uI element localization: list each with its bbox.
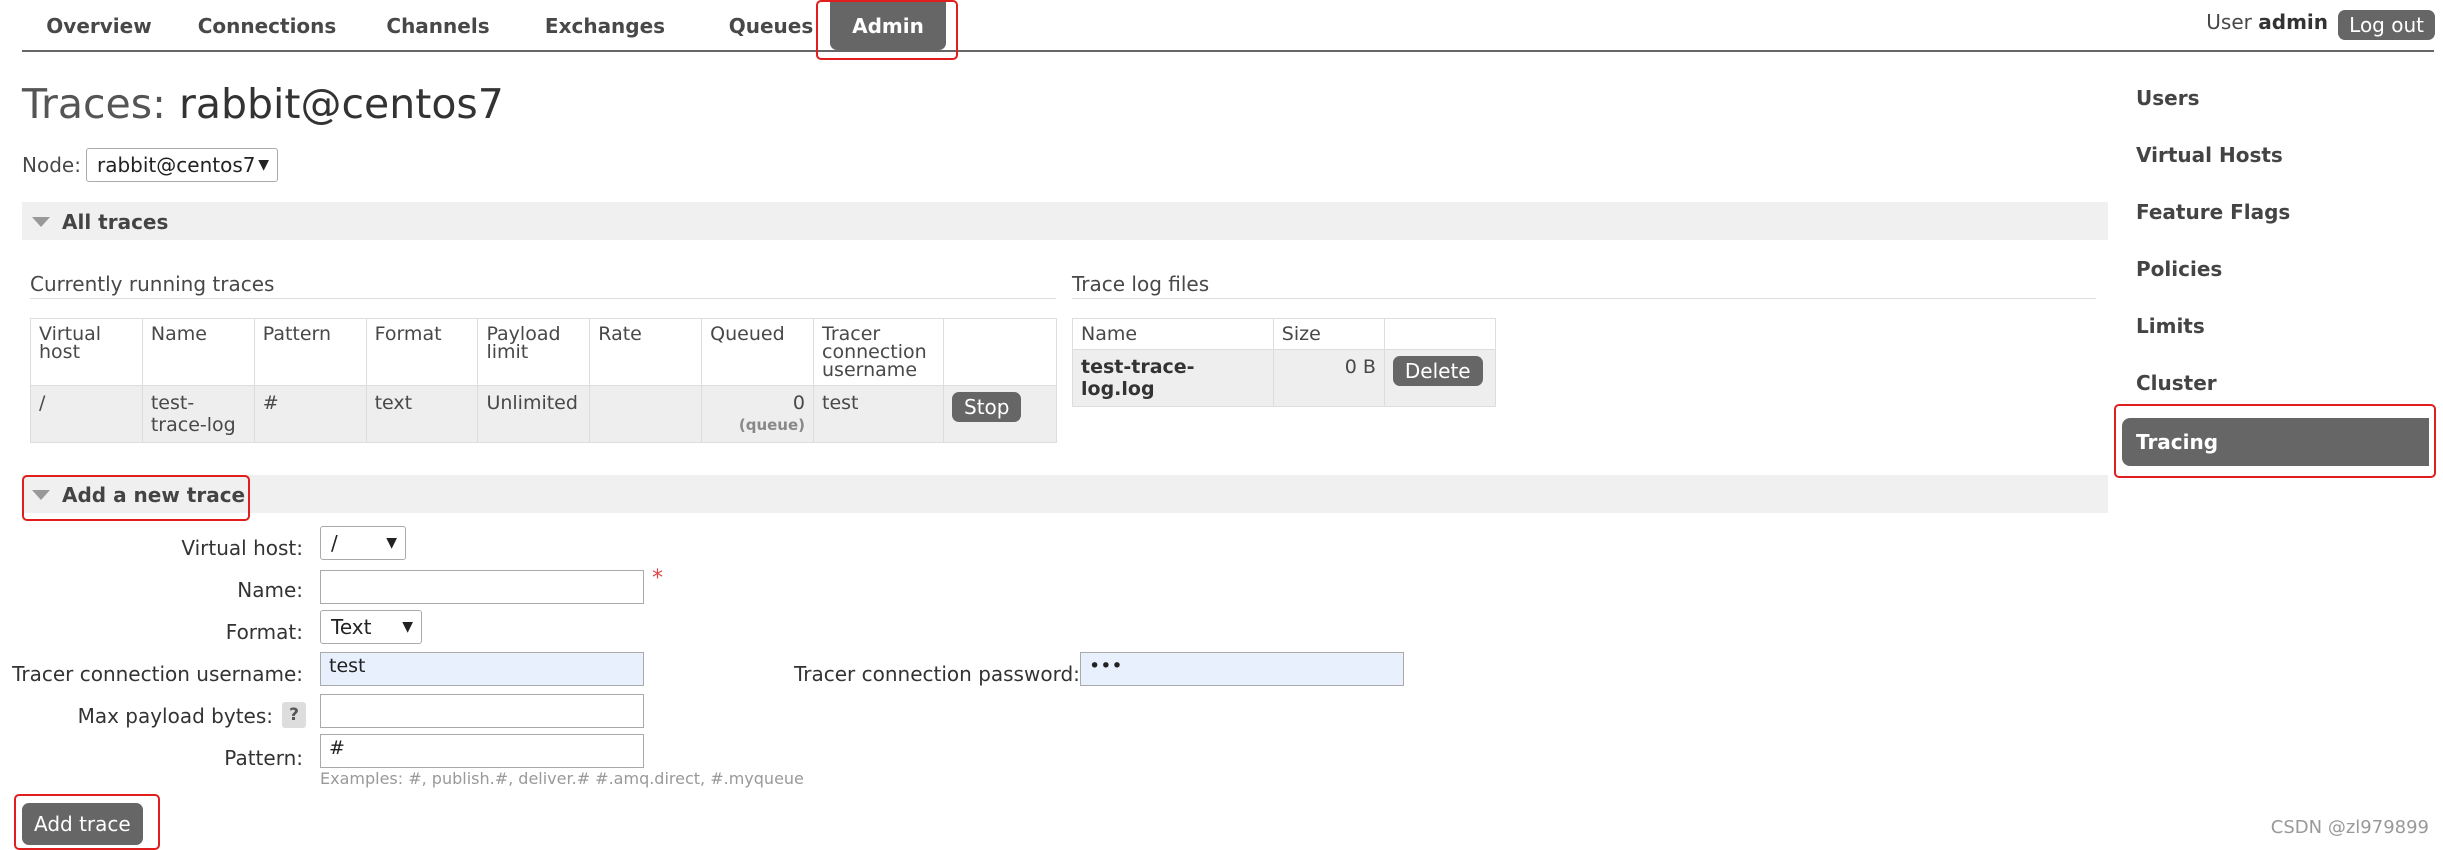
sidebar-item-users[interactable]: Users: [2136, 78, 2199, 118]
tracer-password-input[interactable]: •••: [1080, 652, 1404, 686]
name-input[interactable]: [320, 570, 644, 604]
add-trace-section-header[interactable]: Add a new trace: [22, 475, 2108, 513]
cell-rate: [589, 385, 703, 443]
cell-size: 0 B: [1272, 349, 1385, 407]
log-file-name-link[interactable]: test-trace-log.log: [1072, 349, 1274, 407]
node-select[interactable]: rabbit@centos7 ▼: [86, 148, 278, 182]
column-header: Queued: [701, 318, 815, 386]
add-trace-label: Add a new trace: [62, 483, 246, 507]
cell-username: test: [813, 385, 945, 443]
column-header: Name: [1072, 318, 1274, 350]
watermark: CSDN @zl979899: [2270, 817, 2429, 838]
top-navigation: Overview Connections Channels Exchanges …: [22, 0, 2434, 52]
queued-value: 0: [792, 392, 806, 414]
tab-admin[interactable]: Admin: [830, 0, 946, 50]
username: admin: [2258, 10, 2328, 34]
cell-actions: Delete: [1383, 349, 1497, 407]
cell-pattern: #: [253, 385, 367, 443]
user-label: User: [2206, 10, 2252, 34]
sidebar-item-policies[interactable]: Policies: [2136, 249, 2222, 289]
column-header: Name: [141, 318, 255, 386]
divider: [30, 298, 1056, 299]
pattern-input[interactable]: #: [320, 734, 644, 768]
chevron-down-icon: ▼: [258, 157, 269, 173]
page-title-node: rabbit@centos7: [179, 80, 504, 128]
divider: [1072, 298, 2096, 299]
table-row: test-trace-log.log 0 B Delete: [1072, 349, 1497, 407]
max-payload-input[interactable]: [320, 694, 644, 728]
column-header: Virtual host: [30, 318, 143, 386]
table-header-row: Virtual host Name Pattern Format Payload…: [30, 318, 1057, 386]
all-traces-label: All traces: [62, 210, 169, 234]
name-label: Name:: [237, 578, 303, 602]
column-header: Size: [1272, 318, 1385, 350]
column-header: [943, 318, 1057, 386]
sidebar-item-virtual-hosts[interactable]: Virtual Hosts: [2136, 135, 2283, 175]
tab-channels[interactable]: Channels: [372, 0, 504, 50]
page-title-prefix: Traces:: [22, 80, 166, 128]
logout-button[interactable]: Log out: [2338, 10, 2435, 40]
tab-connections[interactable]: Connections: [190, 0, 344, 50]
format-select-value: Text: [331, 615, 372, 639]
table-header-row: Name Size: [1072, 318, 1497, 350]
table-row: / test-trace-log # text Unlimited 0 (que…: [30, 385, 1057, 443]
tab-queues[interactable]: Queues: [710, 0, 832, 50]
add-trace-button[interactable]: Add trace: [22, 803, 143, 845]
collapse-triangle-icon: [32, 217, 50, 227]
vhost-select-value: /: [331, 531, 338, 555]
cell-payload-limit: Unlimited: [477, 385, 591, 443]
collapse-triangle-icon: [32, 490, 50, 500]
tracer-password-label: Tracer connection password:: [794, 662, 1080, 686]
cell-format: text: [365, 385, 479, 443]
node-label: Node:: [22, 153, 81, 177]
required-marker: *: [652, 566, 663, 591]
help-icon[interactable]: ?: [282, 702, 306, 728]
cell-queued: 0 (queue): [701, 385, 815, 443]
delete-log-button[interactable]: Delete: [1392, 356, 1483, 386]
stop-trace-button[interactable]: Stop: [952, 392, 1022, 422]
pattern-examples: Examples: #, publish.#, deliver.# #.amq.…: [320, 769, 804, 788]
chevron-down-icon: ▼: [386, 535, 397, 551]
node-select-value: rabbit@centos7: [97, 153, 256, 177]
column-header: Format: [365, 318, 479, 386]
sidebar-item-feature-flags[interactable]: Feature Flags: [2136, 192, 2290, 232]
column-header: Payload limit: [477, 318, 591, 386]
column-header: Tracer connection username: [813, 318, 945, 386]
page-title: Traces: rabbit@centos7: [22, 80, 504, 128]
all-traces-section-header[interactable]: All traces: [22, 202, 2108, 240]
cell-actions: Stop: [943, 385, 1057, 443]
vhost-label: Virtual host:: [181, 536, 303, 560]
running-traces-heading: Currently running traces: [30, 272, 275, 296]
trace-log-files-table: Name Size test-trace-log.log 0 B Delete: [1072, 318, 1497, 407]
trace-log-files-heading: Trace log files: [1072, 272, 1210, 296]
tracer-username-input[interactable]: test: [320, 652, 644, 686]
column-header: Pattern: [253, 318, 367, 386]
pattern-label: Pattern:: [224, 746, 303, 770]
user-info: User admin: [2206, 10, 2328, 34]
max-payload-label: Max payload bytes:: [77, 704, 273, 728]
tab-exchanges[interactable]: Exchanges: [530, 0, 680, 50]
sidebar-item-cluster[interactable]: Cluster: [2136, 363, 2217, 403]
chevron-down-icon: ▼: [402, 619, 413, 635]
vhost-select[interactable]: / ▼: [320, 526, 406, 560]
column-header: Rate: [589, 318, 703, 386]
column-header: [1383, 318, 1497, 350]
tracer-username-label: Tracer connection username:: [12, 662, 303, 686]
running-traces-table: Virtual host Name Pattern Format Payload…: [30, 318, 1057, 443]
format-label: Format:: [225, 620, 303, 644]
format-select[interactable]: Text ▼: [320, 610, 422, 644]
queued-subtext: (queue): [738, 416, 806, 434]
cell-vhost: /: [30, 385, 143, 443]
sidebar-item-limits[interactable]: Limits: [2136, 306, 2205, 346]
sidebar-item-tracing[interactable]: Tracing: [2136, 422, 2218, 462]
cell-name: test-trace-log: [141, 385, 255, 443]
tab-overview[interactable]: Overview: [34, 0, 164, 50]
